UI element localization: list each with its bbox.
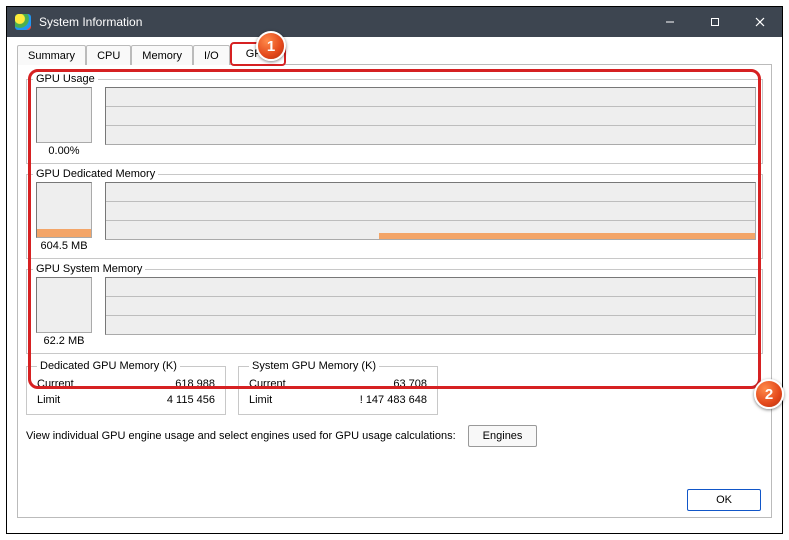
dedicated-current-value: 618 988 [175, 376, 215, 392]
system-limit-value: ! 147 483 648 [360, 392, 427, 408]
window-title: System Information [39, 15, 142, 29]
annotation-badge-1: 1 [256, 31, 286, 61]
system-limit-label: Limit [249, 392, 272, 408]
engines-text: View individual GPU engine usage and sel… [26, 430, 456, 442]
engines-button[interactable]: Engines [468, 425, 538, 447]
gpu-system-value: 62.2 MB [44, 335, 85, 347]
tab-content: GPU Usage 0.00% GPU Dedicated Memory [17, 64, 772, 518]
tab-memory[interactable]: Memory [131, 45, 193, 65]
system-current-value: 63 708 [393, 376, 427, 392]
gpu-usage-group: GPU Usage 0.00% [26, 73, 763, 164]
dedicated-limit-label: Limit [37, 392, 60, 408]
gpu-dedicated-meter [36, 182, 92, 238]
system-stats-legend: System GPU Memory (K) [249, 360, 379, 372]
dialog-buttons: OK [687, 489, 761, 511]
engines-row: View individual GPU engine usage and sel… [26, 425, 763, 447]
gpu-system-group: GPU System Memory 62.2 MB [26, 263, 763, 354]
system-current-label: Current [249, 376, 286, 392]
dedicated-current-label: Current [37, 376, 74, 392]
minimize-button[interactable] [647, 7, 692, 37]
annotation-badge-2: 2 [754, 379, 784, 409]
tab-cpu[interactable]: CPU [86, 45, 131, 65]
titlebar[interactable]: System Information [7, 7, 782, 37]
dedicated-stats-legend: Dedicated GPU Memory (K) [37, 360, 180, 372]
gpu-system-graph [105, 277, 756, 335]
close-button[interactable] [737, 7, 782, 37]
client-area: Summary CPU Memory I/O GPU GPU Usage 0.0… [7, 37, 782, 533]
maximize-button[interactable] [692, 7, 737, 37]
tab-summary[interactable]: Summary [17, 45, 86, 65]
ok-button[interactable]: OK [687, 489, 761, 511]
gpu-dedicated-value: 604.5 MB [40, 240, 87, 252]
system-stats-group: System GPU Memory (K) Current 63 708 Lim… [238, 360, 438, 415]
stats-row: Dedicated GPU Memory (K) Current 618 988… [26, 360, 763, 415]
gpu-usage-graph [105, 87, 756, 145]
tabs-row: Summary CPU Memory I/O GPU [17, 43, 772, 65]
gpu-system-legend: GPU System Memory [33, 263, 145, 275]
gpu-usage-meter [36, 87, 92, 143]
app-icon [15, 14, 31, 30]
gpu-dedicated-graph [105, 182, 756, 240]
gpu-dedicated-legend: GPU Dedicated Memory [33, 168, 158, 180]
gpu-system-meter [36, 277, 92, 333]
dedicated-limit-value: 4 115 456 [167, 392, 215, 408]
gpu-usage-legend: GPU Usage [33, 73, 98, 85]
dedicated-stats-group: Dedicated GPU Memory (K) Current 618 988… [26, 360, 226, 415]
window-frame: System Information Summary CPU Memory I/… [6, 6, 783, 534]
gpu-usage-value: 0.00% [48, 145, 79, 157]
tab-io[interactable]: I/O [193, 45, 230, 65]
gpu-dedicated-group: GPU Dedicated Memory 604.5 MB [26, 168, 763, 259]
